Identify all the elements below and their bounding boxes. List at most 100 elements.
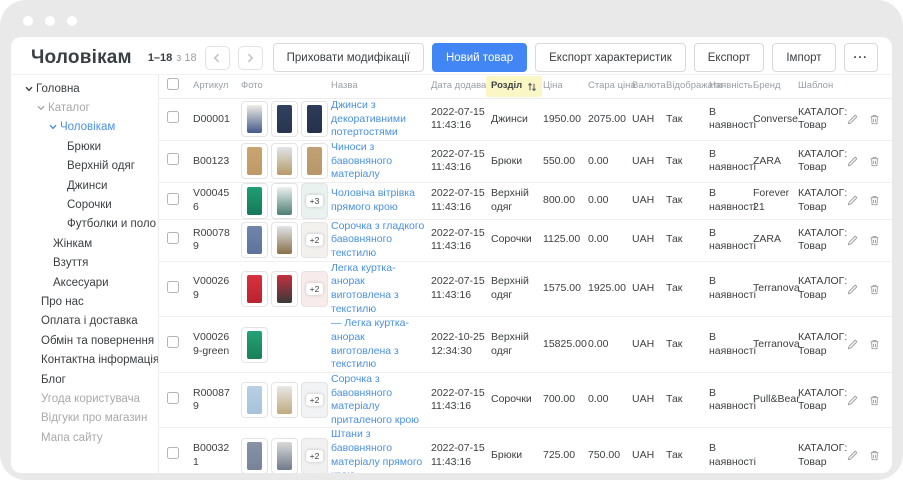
row-checkbox[interactable]	[167, 153, 179, 165]
delete-button[interactable]	[868, 113, 881, 126]
column-header[interactable]: Розділ	[491, 76, 543, 96]
product-name-link[interactable]: Легка куртка-анорак виготовлена з тексти…	[331, 262, 399, 315]
admin-panel: Чоловікам 1–18 з 18 Приховати модифікаці…	[11, 37, 892, 473]
product-name-link[interactable]: Штани з бавовняного матеріалу прямого кр…	[331, 428, 422, 473]
column-header[interactable]: Назва	[331, 80, 431, 92]
sidebar-item[interactable]: Головна	[11, 79, 158, 98]
next-page-button[interactable]	[238, 46, 263, 70]
product-name-link[interactable]: Чиноси з бавовняного матеріалу	[331, 141, 392, 180]
column-header[interactable]: Фото	[241, 80, 331, 92]
delete-button[interactable]	[868, 234, 881, 247]
hide-modifications-button[interactable]: Приховати модифікації	[273, 43, 424, 72]
sidebar-item-label: Жінкам	[53, 238, 92, 250]
row-actions	[846, 155, 881, 168]
sidebar-item[interactable]: Угода користувача	[11, 389, 158, 408]
sidebar-item[interactable]: Контактна інформація	[11, 350, 158, 369]
product-photo-image	[277, 187, 292, 215]
product-photo-image	[247, 275, 262, 303]
product-name-link[interactable]: Джинси з декоративними потертостями	[331, 99, 406, 138]
section-cell: Верхній одяг	[491, 275, 543, 302]
sidebar-item[interactable]: Сорочки	[11, 195, 158, 214]
column-header[interactable]: Стара ціна	[588, 80, 632, 92]
more-photos-badge[interactable]: +2	[301, 382, 328, 418]
column-header[interactable]: Валюта	[632, 80, 666, 92]
column-header[interactable]: Артикул	[193, 80, 241, 92]
more-photos-badge[interactable]: +2	[301, 271, 328, 307]
sidebar-item[interactable]: Обмін та повернення	[11, 331, 158, 350]
column-header[interactable]: Наявність	[709, 80, 753, 92]
sidebar-item[interactable]: Взуття	[11, 254, 158, 273]
product-name-link[interactable]: Сорочка з бавовняного матеріалу притален…	[331, 373, 419, 426]
sidebar-item-label: Брюки	[67, 141, 101, 153]
select-all-checkbox[interactable]	[167, 78, 179, 90]
delete-button[interactable]	[868, 394, 881, 407]
new-product-button[interactable]: Новий товар	[432, 43, 527, 72]
row-checkbox[interactable]	[167, 392, 179, 404]
sidebar-item[interactable]: Про нас	[11, 292, 158, 311]
delete-button[interactable]	[868, 338, 881, 351]
delete-button[interactable]	[868, 194, 881, 207]
sidebar-item[interactable]: Жінкам	[11, 234, 158, 253]
date-cell: 2022-07-15 11:43:16	[431, 387, 491, 414]
more-photos-count: +2	[306, 450, 324, 462]
column-header[interactable]: Шаблон	[798, 80, 846, 92]
column-header[interactable]: Відображати	[666, 80, 709, 92]
more-photos-count: +3	[306, 195, 324, 207]
edit-button[interactable]	[846, 338, 859, 351]
product-photo-image	[277, 105, 292, 133]
prev-page-button[interactable]	[205, 46, 230, 70]
sidebar-item[interactable]: Джинси	[11, 176, 158, 195]
column-header[interactable]: Дата додавання	[431, 80, 491, 92]
export-characteristics-button[interactable]: Експорт характеристик	[535, 43, 686, 72]
edit-button[interactable]	[846, 449, 859, 462]
more-photos-badge[interactable]: +2	[301, 222, 328, 258]
delete-button[interactable]	[868, 283, 881, 296]
product-photo-image	[247, 226, 262, 254]
availability-cell: В наявності	[709, 387, 753, 414]
sidebar-item[interactable]: Блог	[11, 370, 158, 389]
delete-button[interactable]	[868, 155, 881, 168]
product-name-link[interactable]: Чоловіча вітрівка прямого крою	[331, 187, 415, 213]
column-header[interactable]: Бренд	[753, 80, 798, 92]
availability-cell: В наявності	[709, 148, 753, 175]
topbar-actions: Приховати модифікації Новий товар Експорт …	[273, 43, 878, 72]
more-photos-badge[interactable]: +2	[301, 438, 328, 473]
more-button[interactable]: ···	[844, 43, 879, 72]
sidebar-item[interactable]: Чоловікам	[11, 118, 158, 137]
row-checkbox[interactable]	[167, 193, 179, 205]
name-cell: Чиноси з бавовняного матеріалу	[331, 141, 431, 182]
import-button[interactable]: Імпорт	[772, 43, 835, 72]
template-cell: КАТАЛОГ: Товар	[798, 442, 846, 469]
header-checkbox-cell	[167, 78, 193, 94]
sort-icon	[527, 82, 537, 92]
sidebar-item[interactable]: Верхній одяг	[11, 157, 158, 176]
row-actions	[846, 394, 881, 407]
column-header[interactable]: Ціна	[543, 80, 588, 92]
edit-button[interactable]	[846, 394, 859, 407]
row-checkbox-cell	[167, 392, 193, 409]
row-checkbox[interactable]	[167, 232, 179, 244]
sidebar-item[interactable]: Аксесуари	[11, 273, 158, 292]
edit-button[interactable]	[846, 155, 859, 168]
row-checkbox[interactable]	[167, 447, 179, 459]
sidebar-item[interactable]: Оплата і доставка	[11, 312, 158, 331]
edit-button[interactable]	[846, 113, 859, 126]
sidebar-item[interactable]: Футболки и поло	[11, 215, 158, 234]
row-checkbox[interactable]	[167, 281, 179, 293]
table-row: V000456+3Чоловіча вітрівка прямого крою2…	[159, 183, 892, 220]
sidebar-item[interactable]: Відгуки про магазин	[11, 409, 158, 428]
sidebar-item[interactable]: Мапа сайту	[11, 428, 158, 447]
export-button[interactable]: Експорт	[694, 43, 765, 72]
delete-button[interactable]	[868, 449, 881, 462]
brand-cell: Terranova	[753, 338, 798, 352]
sidebar-item[interactable]: Брюки	[11, 137, 158, 156]
product-name-link[interactable]: — Легка куртка-анорак виготовлена з текс…	[331, 317, 409, 370]
row-checkbox[interactable]	[167, 336, 179, 348]
product-name-link[interactable]: Сорочка з гладкого бавовняного текстилю	[331, 220, 424, 259]
edit-button[interactable]	[846, 283, 859, 296]
row-checkbox[interactable]	[167, 111, 179, 123]
sidebar-item[interactable]: Каталог	[11, 98, 158, 117]
edit-button[interactable]	[846, 234, 859, 247]
more-photos-badge[interactable]: +3	[301, 183, 328, 219]
edit-button[interactable]	[846, 194, 859, 207]
